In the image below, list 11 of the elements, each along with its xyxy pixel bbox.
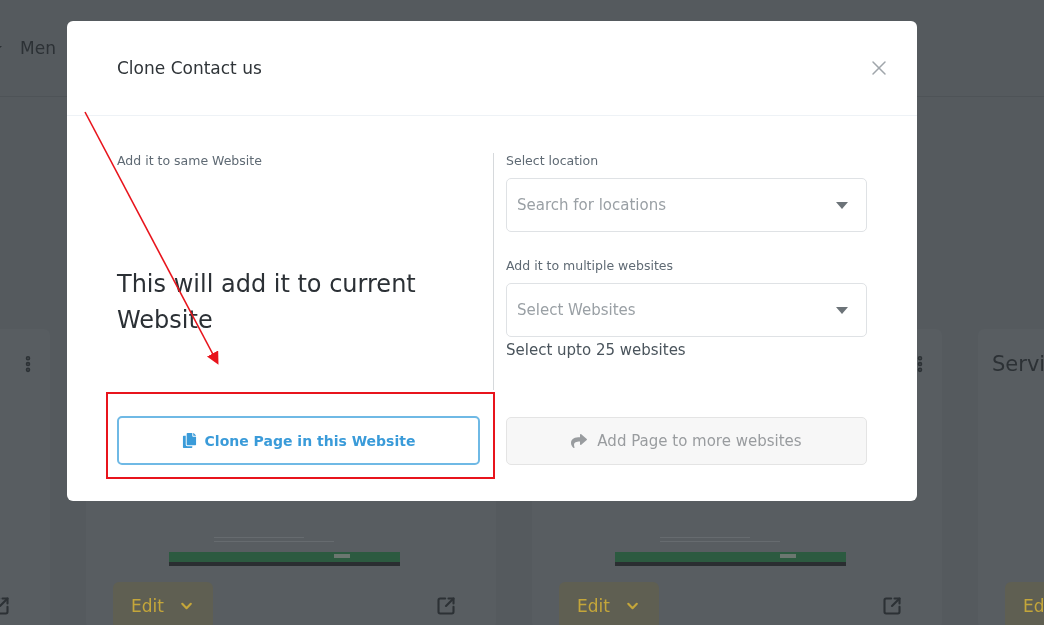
dialog-title: Clone Contact us [117, 58, 262, 78]
help-text: Select upto 25 websites [506, 341, 687, 359]
select-field[interactable]: Select Websites [506, 283, 867, 337]
edit-button[interactable]: Ed [1005, 582, 1044, 625]
section-label: Add it to same Website [117, 153, 263, 168]
field-label: Select location [506, 153, 600, 168]
edit-button[interactable]: Edit [113, 582, 213, 625]
select-field[interactable]: Search for locations [506, 178, 867, 232]
field-label: Add it to multiple websites [506, 258, 674, 273]
clone-page-button[interactable]: Clone Page in this Website [117, 416, 480, 465]
edit-button[interactable]: Edit [559, 582, 659, 625]
